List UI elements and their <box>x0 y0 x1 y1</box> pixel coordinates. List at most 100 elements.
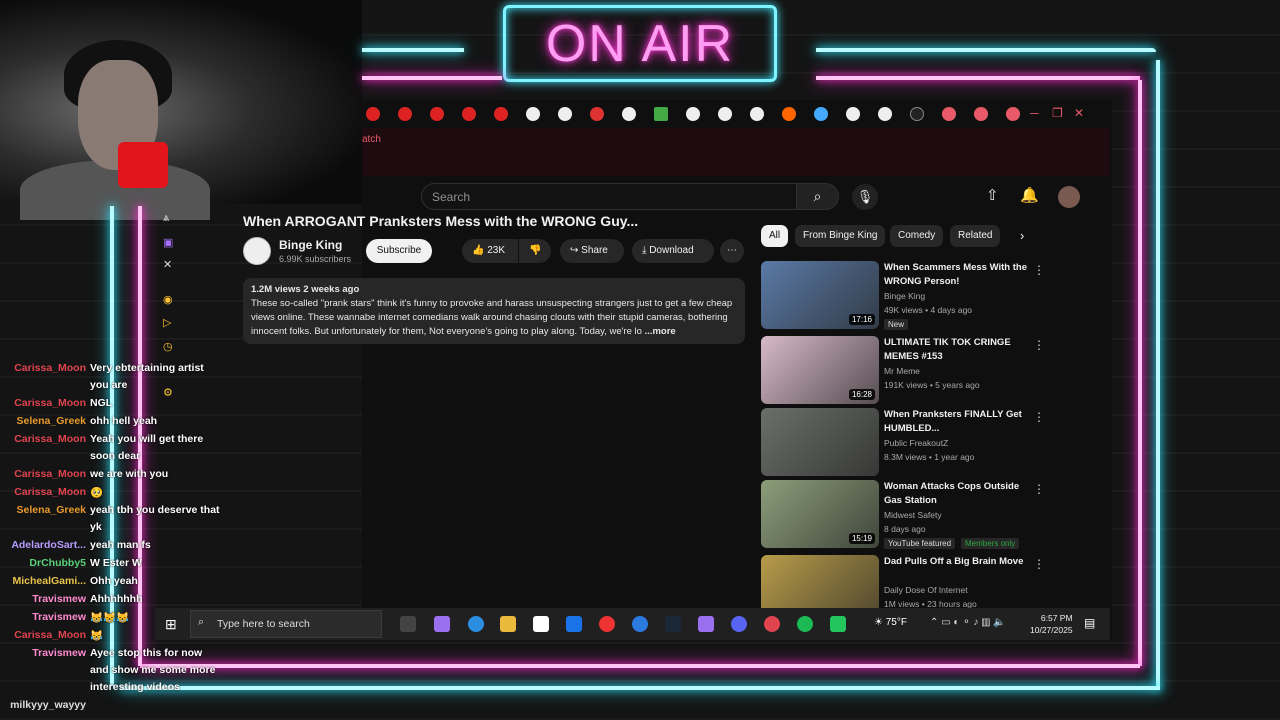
upload-icon[interactable]: ⇧ <box>986 186 999 204</box>
tab-favicon[interactable] <box>462 107 476 121</box>
recommendation-channel[interactable]: Mr Meme <box>884 366 920 376</box>
tab-favicon[interactable] <box>942 107 956 121</box>
avatar[interactable] <box>1058 186 1080 208</box>
more-link[interactable]: ...more <box>645 326 676 337</box>
chat-username[interactable]: MichealGami... <box>0 575 86 587</box>
tab-favicon[interactable] <box>590 107 604 121</box>
video-description[interactable]: 1.2M views 2 weeks ago These so-called "… <box>243 278 745 344</box>
recommendation-item[interactable]: When Pranksters FINALLY Get HUMBLED... Pu… <box>761 408 1061 476</box>
chat-username[interactable]: Travismew <box>0 593 86 605</box>
tab-favicon[interactable] <box>814 107 828 121</box>
x-icon[interactable]: ✕ <box>163 258 172 271</box>
tab-favicon[interactable] <box>910 107 924 121</box>
app-icon[interactable] <box>632 616 648 632</box>
weather-icon[interactable]: ☀ 75°F <box>874 617 907 628</box>
mail-icon[interactable] <box>566 616 582 632</box>
edge-icon[interactable] <box>468 616 484 632</box>
video-thumbnail[interactable]: 17:16 <box>761 261 879 329</box>
recommendation-title[interactable]: Woman Attacks Cops Outside Gas Station <box>884 480 1034 508</box>
obs-icon[interactable] <box>764 616 780 632</box>
task-view-icon[interactable] <box>400 616 416 632</box>
chat-username[interactable]: Carissa_Moon <box>0 486 86 498</box>
taskbar-clock[interactable]: 6:57 PM 10/27/2025 <box>1030 612 1073 636</box>
more-options-icon[interactable]: ⋮ <box>1033 482 1045 496</box>
system-tray-icons[interactable]: ⌃ ▭ ◐ ⚬ ♪ ▥ 🔈 <box>930 617 1006 628</box>
subscribe-button[interactable]: Subscribe <box>366 239 432 263</box>
tab-favicon[interactable] <box>782 107 796 121</box>
file-explorer-icon[interactable] <box>500 616 516 632</box>
new-tab-button[interactable] <box>1006 107 1020 121</box>
chat-username[interactable]: DrChubby5 <box>0 557 86 569</box>
close-icon[interactable]: ✕ <box>1074 106 1084 120</box>
address-bar[interactable]: atch <box>362 128 1110 176</box>
tab-favicon[interactable] <box>622 107 636 121</box>
chrome-icon[interactable] <box>599 616 615 632</box>
app-icon[interactable] <box>830 616 846 632</box>
chip-related[interactable]: Related <box>950 225 1001 247</box>
more-options-icon[interactable]: ⋮ <box>1033 338 1045 352</box>
chip-from-binge-king[interactable]: From Binge King <box>795 225 886 247</box>
like-button[interactable]: 👍 23K <box>462 239 518 263</box>
minimize-icon[interactable]: ─ <box>1030 106 1039 120</box>
tab-favicon[interactable] <box>846 107 860 121</box>
tab-favicon[interactable] <box>718 107 732 121</box>
clock-icon[interactable]: ◷ <box>163 340 173 353</box>
search-input[interactable]: Search <box>421 183 797 210</box>
bell-icon[interactable]: 🔔 <box>1020 186 1039 204</box>
recommendation-item[interactable]: 17:16 When Scammers Mess With the WRONG P… <box>761 261 1061 330</box>
recommendation-channel[interactable]: Midwest Safety <box>884 510 942 520</box>
more-actions-icon[interactable]: ⋯ <box>720 239 744 263</box>
tab-favicon[interactable] <box>750 107 764 121</box>
chevron-right-icon[interactable]: › <box>1020 228 1024 243</box>
chip-comedy[interactable]: Comedy <box>890 225 944 247</box>
maximize-icon[interactable]: ❐ <box>1052 106 1063 120</box>
share-button[interactable]: ↪ Share <box>560 239 624 263</box>
tab-favicon[interactable] <box>398 107 412 121</box>
more-options-icon[interactable]: ⋮ <box>1033 263 1045 277</box>
recommendation-title[interactable]: When Pranksters FINALLY Get HUMBLED... <box>884 408 1034 436</box>
recommendation-title[interactable]: Dad Pulls Off a Big Brain Move <box>884 555 1034 569</box>
more-options-icon[interactable]: ⋮ <box>1033 410 1045 424</box>
chat-username[interactable]: Carissa_Moon <box>0 468 86 480</box>
chat-username[interactable]: Travismew <box>0 611 86 623</box>
recommendation-channel[interactable]: Binge King <box>884 291 925 301</box>
tab-favicon[interactable] <box>974 107 988 121</box>
more-options-icon[interactable]: ⋮ <box>1033 557 1045 571</box>
play-icon[interactable]: ◉ <box>163 293 173 306</box>
logo-icon[interactable]: ⩓ <box>163 212 169 225</box>
search-icon[interactable]: ⌕ <box>796 183 839 210</box>
tab-favicon[interactable] <box>686 107 700 121</box>
video-thumbnail[interactable]: 16:28 <box>761 336 879 404</box>
chat-username[interactable]: Travismew <box>0 647 86 659</box>
download-button[interactable]: ⤓ Download <box>632 239 714 263</box>
chat-username[interactable]: Carissa_Moon <box>0 629 86 641</box>
recommendation-title[interactable]: When Scammers Mess With the WRONG Person… <box>884 261 1034 289</box>
copilot-icon[interactable] <box>434 616 450 632</box>
dislike-button[interactable]: 👎 <box>519 239 551 263</box>
chat-username[interactable]: Selena_Greek <box>0 504 86 516</box>
recommendation-channel[interactable]: Public FreakoutZ <box>884 438 948 448</box>
send-icon[interactable]: ▷ <box>163 316 171 329</box>
chat-username[interactable]: AdelardoSart... <box>0 539 86 551</box>
channel-avatar[interactable] <box>243 237 271 265</box>
tab-favicon[interactable] <box>526 107 540 121</box>
url-text[interactable]: atch <box>362 134 381 145</box>
app-icon[interactable] <box>698 616 714 632</box>
recommendation-title[interactable]: ULTIMATE TIK TOK CRINGE MEMES #153 <box>884 336 1034 364</box>
chat-username[interactable]: Selena_Greek <box>0 415 86 427</box>
recommendation-item[interactable]: 16:28 ULTIMATE TIK TOK CRINGE MEMES #153 M… <box>761 336 1061 404</box>
tab-favicon[interactable] <box>494 107 508 121</box>
chat-username[interactable]: Carissa_Moon <box>0 433 86 445</box>
channel-name[interactable]: Binge King <box>279 238 342 252</box>
voice-search-icon[interactable]: 🎙 <box>852 184 878 210</box>
twitch-icon[interactable]: ▣ <box>163 236 173 249</box>
tab-favicon[interactable] <box>558 107 572 121</box>
video-thumbnail[interactable]: 15:19 <box>761 480 879 548</box>
tab-favicon[interactable] <box>430 107 444 121</box>
video-thumbnail[interactable] <box>761 408 879 476</box>
notification-icon[interactable]: ▤ <box>1084 616 1095 630</box>
tab-favicon[interactable] <box>654 107 668 121</box>
store-icon[interactable] <box>533 616 549 632</box>
recommendation-item[interactable]: 15:19 Woman Attacks Cops Outside Gas Stat… <box>761 480 1061 549</box>
chat-username[interactable]: milkyyy_wayyy <box>0 699 86 711</box>
